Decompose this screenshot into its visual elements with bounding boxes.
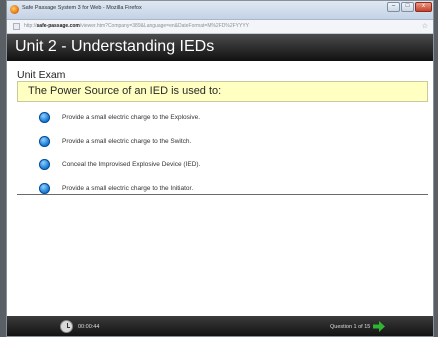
radio-button[interactable] [39, 112, 50, 123]
next-arrow-icon[interactable] [373, 321, 385, 332]
radio-button[interactable] [39, 159, 50, 170]
clock-icon [60, 320, 73, 333]
question-box: The Power Source of an IED is used to: [17, 81, 428, 102]
radio-button[interactable] [39, 182, 50, 194]
url-text[interactable]: http://safe-passage.com/viewer.htm?Compa… [24, 23, 249, 29]
course-header: Unit 2 - Understanding IEDs [7, 34, 433, 61]
close-window-button[interactable]: x [415, 2, 432, 12]
window-controls: – □ x [387, 2, 432, 12]
exam-content: Unit Exam The Power Source of an IED is … [7, 61, 433, 316]
browser-window: Safe Passage System 3 for Web - Mozilla … [6, 0, 434, 337]
address-bar[interactable]: http://safe-passage.com/viewer.htm?Compa… [7, 20, 433, 34]
question-text: The Power Source of an IED is used to: [28, 85, 222, 97]
section-label: Unit Exam [17, 69, 66, 81]
firefox-icon [10, 5, 19, 14]
exam-footer: 00:00:44 Question 1 of 15 [7, 316, 433, 336]
window-title: Safe Passage System 3 for Web - Mozilla … [22, 5, 142, 11]
url-domain: safe-passage.com [36, 23, 80, 29]
page-title: Unit 2 - Understanding IEDs [15, 38, 215, 55]
answer-label[interactable]: Provide a small electric charge to the I… [62, 185, 193, 192]
url-prefix: http:// [24, 23, 37, 29]
elapsed-timer: 00:00:44 [78, 324, 100, 330]
answer-label[interactable]: Conceal the Improvised Explosive Device … [62, 161, 200, 168]
divider [17, 194, 428, 195]
answer-label[interactable]: Provide a small electric charge to the S… [62, 138, 191, 145]
question-counter: Question 1 of 15 [330, 324, 371, 330]
maximize-button[interactable]: □ [401, 2, 414, 12]
answer-label[interactable]: Provide a small electric charge to the E… [62, 114, 200, 121]
radio-button[interactable] [39, 135, 50, 147]
page-icon [13, 23, 20, 30]
url-path: /viewer.htm?Company=389&Language=en&Date… [79, 23, 249, 29]
bookmark-star-icon[interactable]: ☆ [422, 22, 428, 30]
window-titlebar: Safe Passage System 3 for Web - Mozilla … [7, 1, 433, 20]
minimize-button[interactable]: – [387, 2, 400, 12]
